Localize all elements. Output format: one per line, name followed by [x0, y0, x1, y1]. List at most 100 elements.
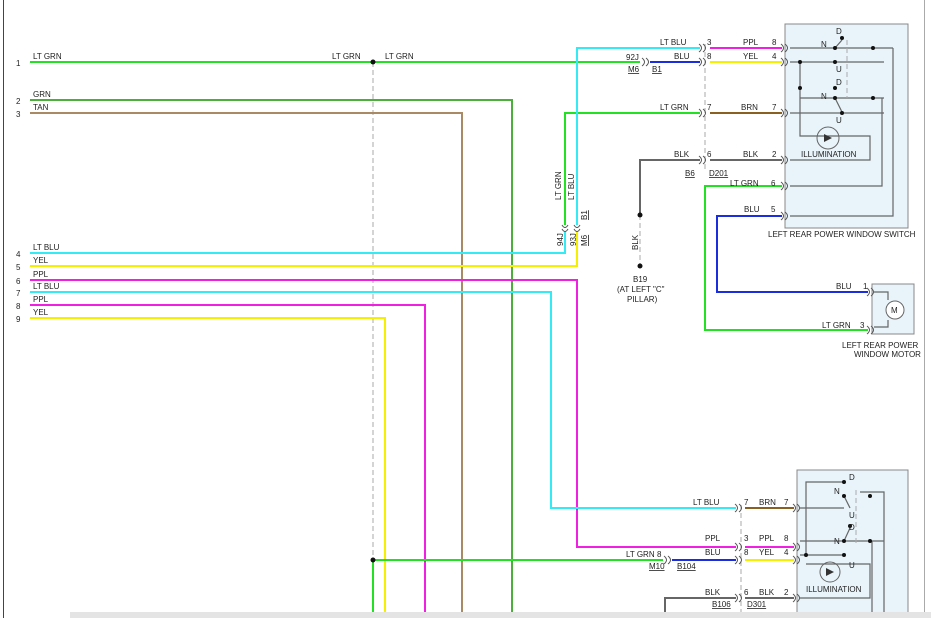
switch-1-d2: D	[836, 78, 842, 87]
left-pin-number: 8	[16, 302, 21, 311]
bottom-conn-left-color: LT BLU	[693, 498, 720, 507]
horizontal-scrollbar[interactable]	[70, 612, 931, 618]
connector-m6-vertical: M6	[580, 234, 589, 246]
left-pin-number: 3	[16, 110, 21, 119]
connector-terminal-icon	[641, 57, 649, 67]
wire-lt-blu-7	[30, 291, 736, 509]
connector-94j: 94J	[556, 233, 565, 246]
left-pin-number: 7	[16, 289, 21, 298]
ground-wire-label: BLK	[631, 234, 640, 250]
wire-yel-5	[30, 232, 578, 267]
bottom-conn-right-pin: 4	[784, 548, 789, 557]
switch-1-u1: U	[836, 65, 842, 74]
splice-dot-bottom	[370, 557, 376, 563]
switch-1-title: LEFT REAR POWER WINDOW SWITCH	[768, 230, 916, 239]
top-conn-left-pin: 6	[707, 150, 712, 159]
switch-1-n2: N	[821, 92, 827, 101]
switch-2-illumination: ILLUMINATION	[806, 585, 862, 594]
left-pin-wire-color: GRN	[33, 90, 51, 99]
wire-ppl-8	[30, 304, 426, 618]
left-pin-wire-color: LT GRN	[33, 52, 62, 61]
bottom-conn-left-color: BLU	[705, 548, 721, 557]
wire-grn-2	[30, 99, 513, 618]
bottom-wire-lt-grn: LT GRN	[626, 550, 655, 559]
ground-id: B19	[633, 275, 648, 284]
switch-2-d1: D	[849, 473, 855, 482]
bottom-conn-right-color: BLK	[759, 588, 775, 597]
top-conn-left-color: BLK	[674, 150, 690, 159]
left-pin-number: 4	[16, 250, 21, 259]
left-pin-number: 9	[16, 315, 21, 324]
top-conn-left-pin: 7	[707, 103, 712, 112]
connector-93j: 93J	[569, 233, 578, 246]
top-conn-right-color: BLK	[743, 150, 759, 159]
connector-b104: B104	[677, 562, 696, 571]
connector-terminal-icon	[573, 224, 581, 232]
top-conn-left-color: LT BLU	[660, 38, 687, 47]
left-pin-wire-color: PPL	[33, 295, 49, 304]
bottom-conn-left-pin: 3	[744, 534, 749, 543]
top-conn-right-color: BRN	[741, 103, 758, 112]
switch-2-d2: D	[849, 523, 855, 532]
bottom-conn-right-color: PPL	[759, 534, 775, 543]
left-pin-number: 6	[16, 277, 21, 286]
left-pin-number: 2	[16, 97, 21, 106]
ground-dot	[637, 212, 643, 218]
bottom-conn-left-pin: 7	[744, 498, 749, 507]
connector-b6: B6	[685, 169, 695, 178]
splice-label-left: LT GRN	[332, 52, 361, 61]
left-pin-wire-color: PPL	[33, 270, 49, 279]
bottom-conn-left-pin: 8	[744, 548, 749, 557]
top-conn-right-pin: 7	[772, 103, 777, 112]
second-window-switch-box	[796, 469, 909, 618]
left-pin-wire-color: LT BLU	[33, 243, 60, 252]
motor-title-2: WINDOW MOTOR	[854, 350, 921, 359]
ground-location-1: (AT LEFT "C"	[617, 285, 665, 294]
top-conn-left-pin: 8	[707, 52, 712, 61]
switch-2-n2: N	[834, 537, 840, 546]
bottom-conn-left-color: BLK	[705, 588, 721, 597]
wire-ppl-6	[30, 279, 736, 548]
ground-icon	[637, 263, 643, 269]
bottom-conn-right-color: BRN	[759, 498, 776, 507]
motor-m: M	[891, 306, 898, 315]
top-conn-right-color: YEL	[743, 52, 759, 61]
splice-dot-top	[370, 59, 376, 65]
left-pin-wire-color: LT BLU	[33, 282, 60, 291]
connector-m6: M6	[628, 65, 640, 74]
wire-lt-blu-4	[30, 232, 566, 254]
left-pin-number: 1	[16, 59, 21, 68]
connector-m10: M10	[649, 562, 665, 571]
top-conn-left-color: BLU	[674, 52, 690, 61]
pin-6: 6	[771, 179, 776, 188]
switch-2-n1: N	[834, 487, 840, 496]
switch-1-illumination: ILLUMINATION	[801, 150, 857, 159]
wire-lt-grn-bottom	[372, 559, 663, 618]
wire-label-lt-grn-vertical: LT GRN	[554, 171, 563, 200]
connector-d301: D301	[747, 600, 767, 609]
left-pin-number: 5	[16, 263, 21, 272]
wire-yel-9	[30, 317, 386, 618]
wire-lt-blu-up	[576, 47, 700, 225]
top-conn-right-pin: 8	[772, 38, 777, 47]
left-pin-wire-color: YEL	[33, 308, 49, 317]
top-conn-right-pin: 2	[772, 150, 777, 159]
motor-wire-lt-grn: LT GRN	[822, 321, 851, 330]
top-conn-left-color: LT GRN	[660, 103, 689, 112]
bottom-conn-left-color: PPL	[705, 534, 721, 543]
connector-b106: B106	[712, 600, 731, 609]
connector-b1: B1	[652, 65, 662, 74]
wire-label-lt-blu-vertical: LT BLU	[567, 173, 576, 200]
motor-pin-1: 1	[863, 282, 868, 291]
wire-label-blu-5: BLU	[744, 205, 760, 214]
wire-label-lt-grn-6: LT GRN	[730, 179, 759, 188]
bottom-pin-8: 8	[657, 550, 662, 559]
wire-lt-grn-up	[564, 112, 700, 225]
top-conn-right-color: PPL	[743, 38, 759, 47]
top-conn-right-pin: 4	[772, 52, 777, 61]
wire-tan-3	[30, 112, 463, 618]
motor-wire-blu: BLU	[836, 282, 852, 291]
connector-terminal-icon	[561, 224, 569, 232]
wiring-diagram: 1 LT GRN 2 GRN 3 TAN 4 LT BLU 5 YEL 6 PPL 7 LT BLU 8 PP…	[16, 23, 921, 618]
connector-terminal-icon	[663, 555, 671, 565]
